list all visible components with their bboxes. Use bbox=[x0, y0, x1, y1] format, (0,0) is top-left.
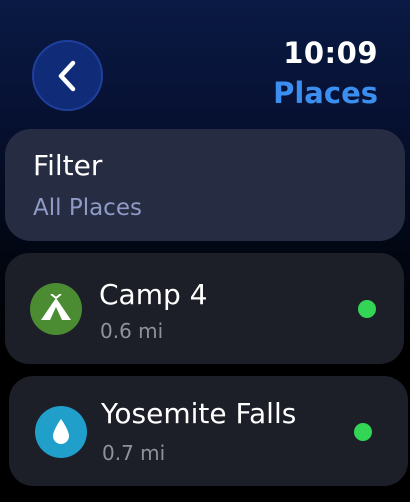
status-dot bbox=[358, 300, 376, 318]
place-row-yosemite-falls[interactable]: Yosemite Falls 0.7 mi bbox=[9, 376, 408, 486]
campsite-tent-icon bbox=[30, 283, 82, 335]
screen-title: Places bbox=[273, 76, 378, 110]
place-name: Yosemite Falls bbox=[101, 397, 297, 430]
filter-button[interactable]: Filter All Places bbox=[5, 129, 405, 241]
status-dot bbox=[354, 423, 372, 441]
place-distance: 0.7 mi bbox=[102, 441, 166, 465]
place-name: Camp 4 bbox=[99, 278, 208, 311]
back-button[interactable] bbox=[32, 40, 103, 111]
water-drop-icon bbox=[35, 406, 87, 458]
place-row-camp-4[interactable]: Camp 4 0.6 mi bbox=[5, 253, 404, 364]
clock-time: 10:09 bbox=[283, 36, 378, 70]
chevron-left-icon bbox=[55, 59, 81, 93]
filter-value: All Places bbox=[33, 195, 142, 221]
filter-label: Filter bbox=[33, 149, 103, 182]
place-distance: 0.6 mi bbox=[100, 319, 164, 343]
